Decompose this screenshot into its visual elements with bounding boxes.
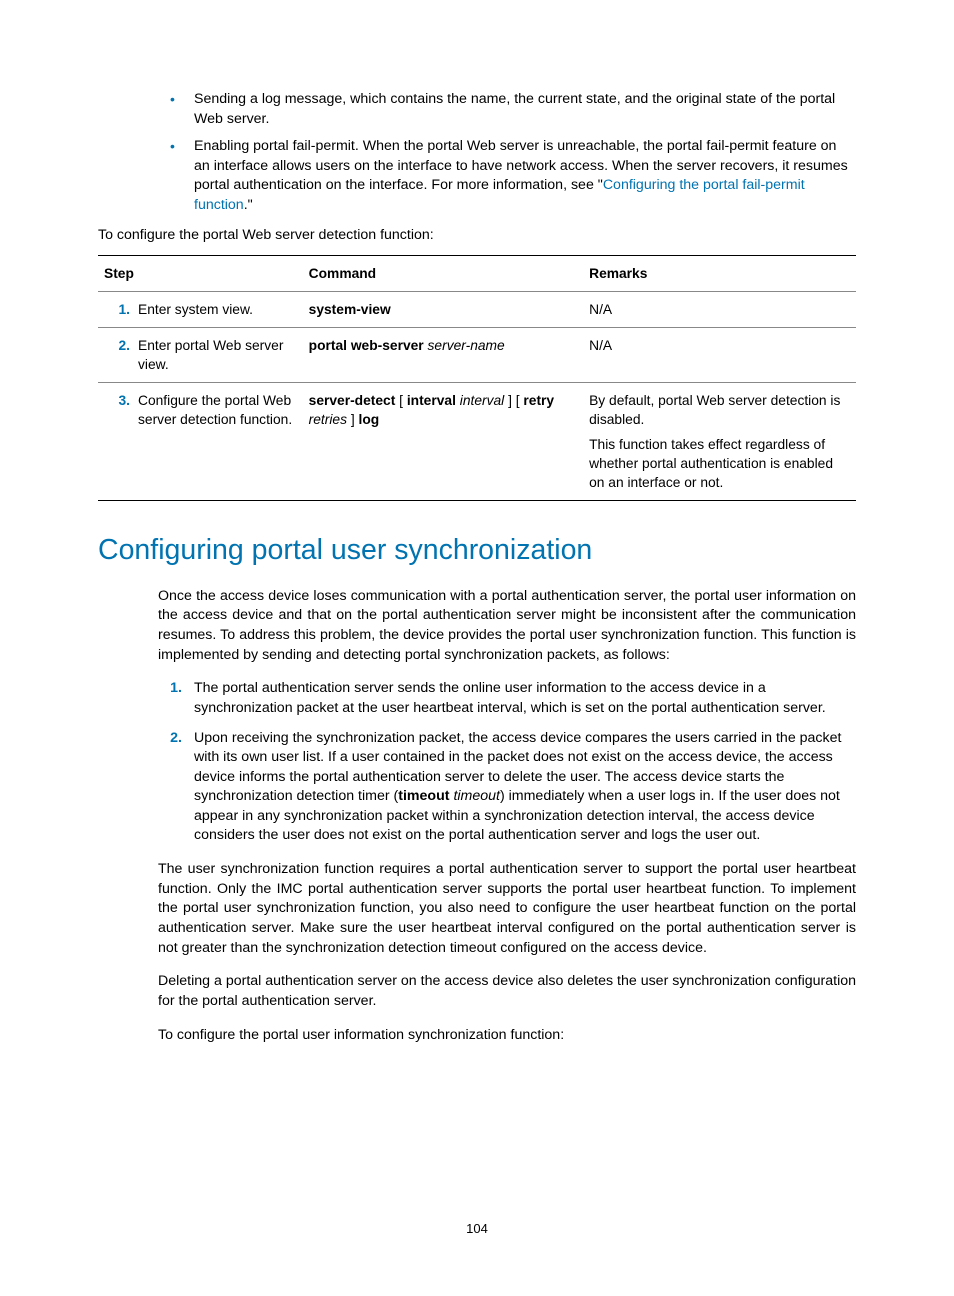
table-row: 1.Enter system view.system-viewN/A (98, 292, 856, 328)
item-text: The portal authentication server sends t… (194, 680, 826, 716)
remarks-cell: By default, portal Web server detection … (583, 383, 856, 501)
item-text-bold: timeout (398, 788, 449, 804)
step-cell: 2.Enter portal Web server view. (98, 328, 303, 383)
table-header-row: Step Command Remarks (98, 256, 856, 292)
item-number: 2. (158, 729, 182, 749)
numbered-list: 1. The portal authentication server send… (158, 679, 856, 846)
bullet-text-post: ." (244, 197, 253, 213)
page-number: 104 (0, 1220, 954, 1238)
remarks-cell: N/A (583, 328, 856, 383)
list-item: 2. Upon receiving the synchronization pa… (158, 729, 856, 847)
step-number: 3. (104, 391, 138, 429)
table-row: 3.Configure the portal Web server detect… (98, 383, 856, 501)
paragraph: To configure the portal user information… (158, 1026, 856, 1046)
lead-paragraph-1: To configure the portal Web server detec… (98, 226, 856, 246)
list-item: 1. The portal authentication server send… (158, 679, 856, 718)
paragraph: The user synchronization function requir… (158, 860, 856, 958)
step-desc: Configure the portal Web server detectio… (138, 391, 297, 429)
command-cell: system-view (303, 292, 583, 328)
paragraph: Deleting a portal authentication server … (158, 972, 856, 1011)
col-remarks: Remarks (583, 256, 856, 292)
item-text-ital: timeout (453, 788, 500, 804)
step-number: 2. (104, 336, 138, 374)
remarks-cell: N/A (583, 292, 856, 328)
col-command: Command (303, 256, 583, 292)
list-item: Enabling portal fail-permit. When the po… (158, 137, 856, 215)
col-step: Step (98, 256, 303, 292)
step-number: 1. (104, 300, 138, 319)
command-cell: portal web-server server-name (303, 328, 583, 383)
step-cell: 1.Enter system view. (98, 292, 303, 328)
item-text: Upon receiving the synchronization packe… (194, 730, 841, 844)
intro-bullet-list: Sending a log message, which contains th… (158, 90, 856, 216)
table-row: 2.Enter portal Web server view.portal we… (98, 328, 856, 383)
step-cell: 3.Configure the portal Web server detect… (98, 383, 303, 501)
step-desc: Enter system view. (138, 300, 297, 319)
list-item: Sending a log message, which contains th… (158, 90, 856, 129)
item-number: 1. (158, 679, 182, 699)
paragraph: Once the access device loses communicati… (158, 587, 856, 665)
section-heading: Configuring portal user synchronization (98, 531, 856, 570)
bullet-text: Sending a log message, which contains th… (194, 91, 835, 127)
step-desc: Enter portal Web server view. (138, 336, 297, 374)
command-cell: server-detect [ interval interval ] [ re… (303, 383, 583, 501)
config-table: Step Command Remarks 1.Enter system view… (98, 255, 856, 501)
